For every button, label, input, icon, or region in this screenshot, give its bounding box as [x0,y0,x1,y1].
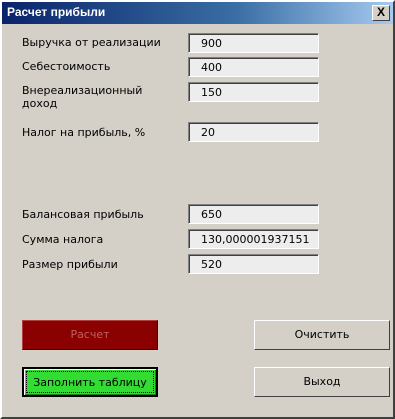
revenue-field[interactable]: 900 [188,33,319,53]
balance-profit-field[interactable]: 650 [188,204,319,224]
fill-table-button[interactable]: Заполнить таблицу [22,367,158,397]
balance-profit-label: Балансовая прибыль [22,208,144,221]
calculate-button[interactable]: Расчет [22,320,158,350]
tax-amount-label: Сумма налога [22,233,104,246]
net-profit-field[interactable]: 520 [188,254,319,274]
tax-rate-field[interactable]: 20 [188,122,319,142]
clear-button[interactable]: Очистить [254,320,390,350]
other-income-field[interactable]: 150 [188,82,319,102]
revenue-label: Выручка от реализации [22,36,161,49]
title-bar: Расчет прибыли X [2,2,393,24]
exit-button[interactable]: Выход [254,367,390,397]
tax-amount-field[interactable]: 130,000001937151 [188,229,319,249]
net-profit-label: Размер прибыли [22,258,118,271]
profit-calculation-window: Расчет прибыли X Выручка от реализации 9… [0,0,395,419]
other-income-label: Внереализационный доход [22,84,143,110]
close-button[interactable]: X [372,5,390,21]
tax-rate-label: Налог на прибыль, % [22,126,146,139]
cost-field[interactable]: 400 [188,57,319,77]
cost-label: Себестоимость [22,60,111,73]
window-title: Расчет прибыли [7,5,106,19]
